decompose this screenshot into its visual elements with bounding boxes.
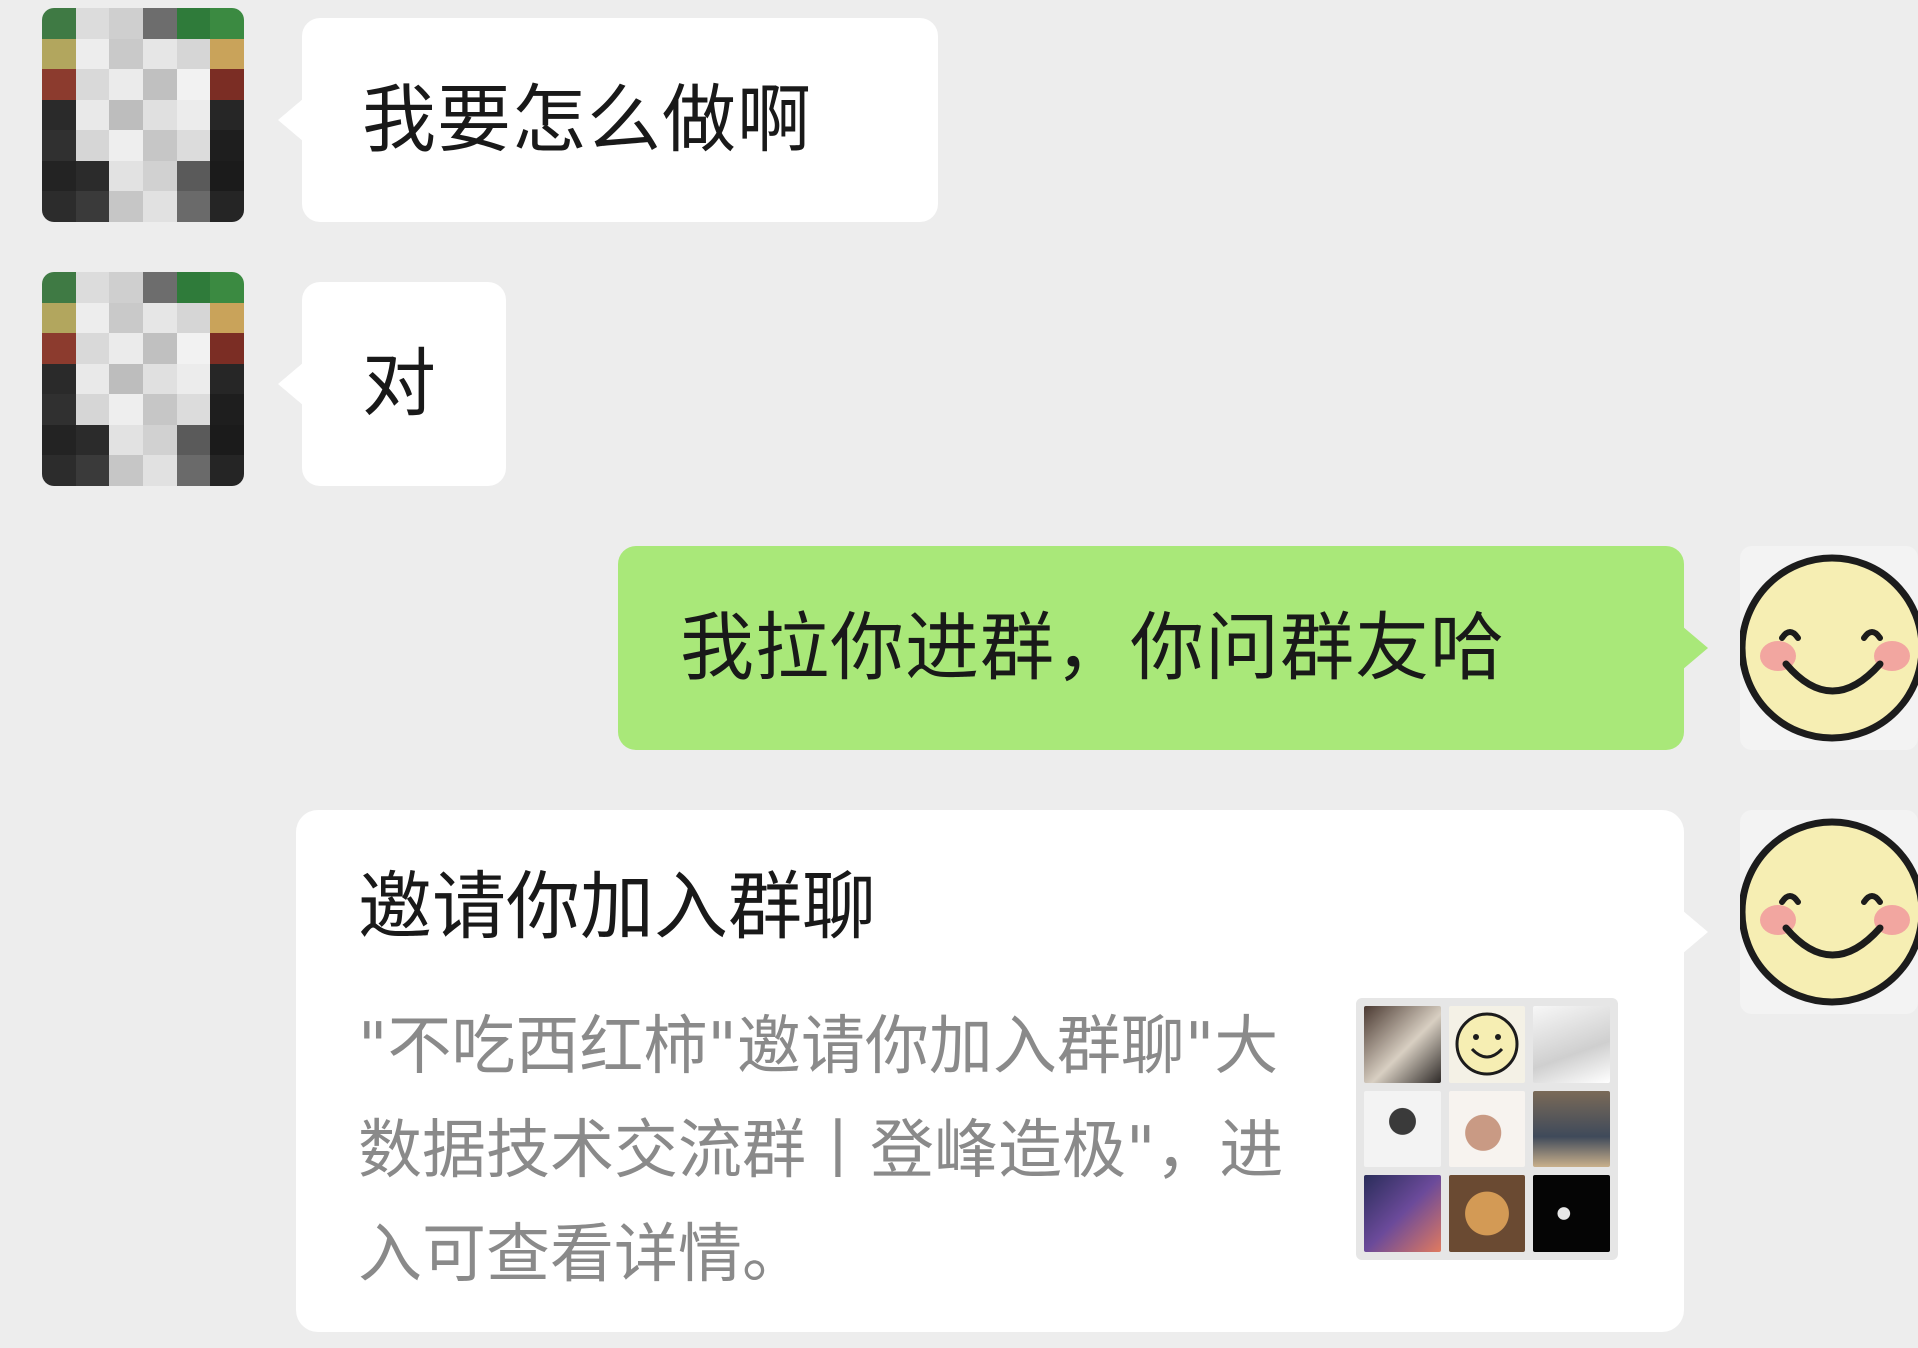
contact-avatar[interactable] [42,272,244,486]
group-member-thumb [1533,1090,1610,1168]
group-avatar-grid [1356,998,1618,1260]
self-avatar[interactable] [1740,546,1918,750]
smiley-face-icon [1740,818,1918,1006]
group-member-thumb [1448,1006,1526,1083]
message-bubble-outgoing[interactable]: 我拉你进群，你问群友哈 [618,546,1708,750]
self-avatar[interactable] [1740,810,1918,1014]
bubble-tail [1682,626,1708,670]
bubble-tail [1682,910,1708,954]
smiley-face-icon [1740,554,1918,742]
group-member-thumb [1364,1006,1441,1083]
bubble-tail [278,98,304,142]
group-member-thumb [1533,1006,1610,1083]
message-bubble-incoming[interactable]: 我要怎么做啊 [278,18,938,222]
group-member-thumb [1448,1090,1526,1168]
bubble-tail [278,362,304,406]
pixelated-avatar-image [42,272,244,486]
invite-card-title: 邀请你加入群聊 [358,864,876,950]
message-text: 对 [362,341,437,427]
contact-avatar[interactable] [42,8,244,222]
group-member-thumb [1364,1175,1441,1252]
group-member-thumb [1533,1175,1610,1252]
group-invite-card[interactable]: 邀请你加入群聊 "不吃西红柿"邀请你加入群聊"大数据技术交流群丨登峰造极"，进入… [296,810,1708,1332]
message-bubble-incoming[interactable]: 对 [278,282,506,486]
message-text: 我拉你进群，你问群友哈 [680,605,1505,691]
pixelated-avatar-image [42,8,244,222]
group-member-thumb [1448,1175,1526,1252]
message-text: 我要怎么做啊 [362,77,812,163]
invite-card-description: "不吃西红柿"邀请你加入群聊"大数据技术交流群丨登峰造极"，进入可查看详情。 [358,1010,1284,1292]
group-member-thumb [1364,1090,1441,1168]
smiley-face-icon [1455,1012,1519,1076]
